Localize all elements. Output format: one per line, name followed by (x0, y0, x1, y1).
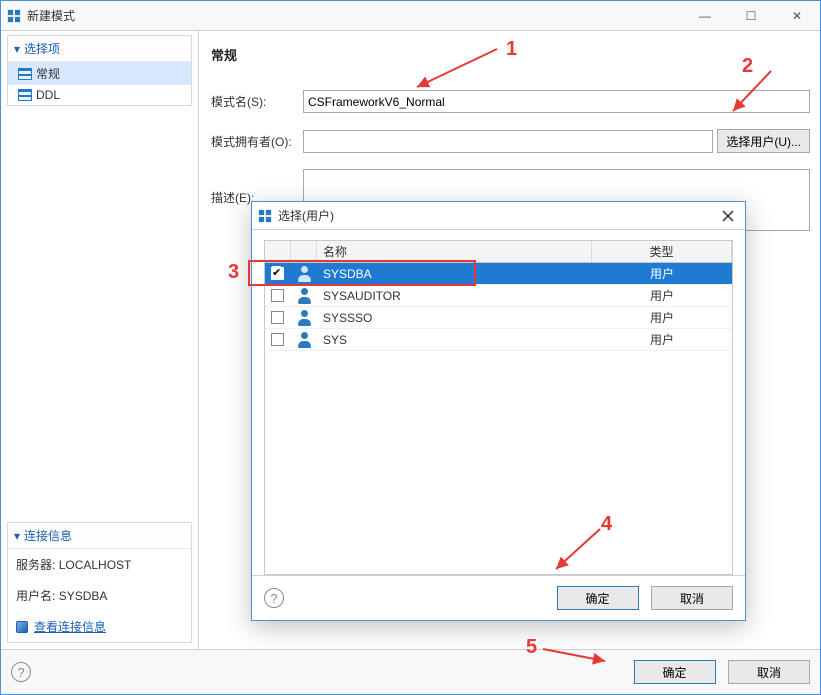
maximize-icon: ☐ (746, 9, 757, 23)
close-button[interactable]: ✕ (774, 1, 820, 31)
main-window: 新建模式 — ☐ ✕ ▾ 选择项 常规 DDL ▾ 连接信息 (0, 0, 821, 695)
row-type: 用户 (592, 285, 732, 306)
row-type: 用户 (592, 263, 732, 284)
conn-user-row: 用户名: SYSDBA (8, 580, 191, 611)
owner-input[interactable] (303, 130, 713, 153)
user-icon (297, 332, 311, 348)
grid-header: 名称 类型 (265, 241, 732, 263)
row-name: SYSSSO (317, 307, 592, 328)
sidebar-select-header[interactable]: ▾ 选择项 (8, 36, 191, 62)
row-checkbox[interactable] (271, 267, 284, 280)
collapse-icon: ▾ (14, 529, 20, 543)
dialog-help-button[interactable]: ? (264, 588, 284, 608)
sidebar-conn-label: 连接信息 (24, 527, 72, 544)
conn-server-label: 服务器: (16, 558, 55, 572)
grid-row[interactable]: SYSSSO用户 (265, 307, 732, 329)
row-type: 用户 (592, 307, 732, 328)
sidebar-item-1[interactable]: DDL (8, 85, 191, 105)
main-ok-button[interactable]: 确定 (634, 660, 716, 684)
grid-row[interactable]: SYSDBA用户 (265, 263, 732, 285)
sidebar-item-0[interactable]: 常规 (8, 62, 191, 85)
row-checkbox[interactable] (271, 289, 284, 302)
window-buttons: — ☐ ✕ (682, 1, 820, 31)
user-icon (297, 266, 311, 282)
user-icon (297, 310, 311, 326)
user-grid: 名称 类型 SYSDBA用户SYSAUDITOR用户SYSSSO用户SYS用户 (264, 240, 733, 575)
dialog-close-button[interactable] (711, 202, 745, 230)
conn-server-value: LOCALHOST (59, 558, 132, 572)
dialog-cancel-button[interactable]: 取消 (651, 586, 733, 610)
dialog-ok-button[interactable]: 确定 (557, 586, 639, 610)
row-checkbox[interactable] (271, 311, 284, 324)
row-owner: 模式拥有者(O): 选择用户(U)... (211, 129, 810, 153)
pick-user-button[interactable]: 选择用户(U)... (717, 129, 810, 153)
dialog-titlebar: 选择(用户) (252, 202, 745, 230)
sidebar-item-label: DDL (36, 88, 60, 102)
dialog-body: 名称 类型 SYSDBA用户SYSAUDITOR用户SYSSSO用户SYS用户 (252, 230, 745, 575)
dialog-footer: ? 确定 取消 (252, 575, 745, 620)
collapse-icon: ▾ (14, 42, 20, 56)
sidebar-conn-header[interactable]: ▾ 连接信息 (8, 523, 191, 549)
app-icon (7, 9, 21, 23)
conn-server-row: 服务器: LOCALHOST (8, 549, 191, 580)
conn-user-value: SYSDBA (59, 589, 108, 603)
close-icon: ✕ (792, 9, 802, 23)
app-icon (258, 209, 272, 223)
sidebar-select-section: ▾ 选择项 常规 DDL (7, 35, 192, 106)
row-checkbox[interactable] (271, 333, 284, 346)
window-title: 新建模式 (27, 7, 75, 24)
grid-row[interactable]: SYSAUDITOR用户 (265, 285, 732, 307)
sidebar-conn-section: ▾ 连接信息 服务器: LOCALHOST 用户名: SYSDBA 查看连接信息 (7, 522, 192, 643)
col-type-header: 类型 (592, 241, 732, 262)
view-connection-label: 查看连接信息 (34, 618, 106, 635)
maximize-button[interactable]: ☐ (728, 1, 774, 31)
main-section-title: 常规 (211, 39, 810, 74)
schema-name-input[interactable] (303, 90, 810, 113)
owner-label: 模式拥有者(O): (211, 133, 303, 150)
main-cancel-button[interactable]: 取消 (728, 660, 810, 684)
col-name-header: 名称 (317, 241, 592, 262)
dialog-title: 选择(用户) (278, 207, 334, 224)
sidebar-item-label: 常规 (36, 65, 60, 82)
user-picker-dialog: 选择(用户) 名称 类型 SYSDBA用户SYSAUDITOR用户SYSSSO用… (251, 201, 746, 621)
grid-row[interactable]: SYS用户 (265, 329, 732, 351)
row-name: SYSDBA (317, 263, 592, 284)
titlebar: 新建模式 — ☐ ✕ (1, 1, 820, 31)
help-button[interactable]: ? (11, 662, 31, 682)
user-icon (297, 288, 311, 304)
row-name: SYSAUDITOR (317, 285, 592, 306)
conn-user-label: 用户名: (16, 589, 55, 603)
list-icon (18, 89, 32, 101)
minimize-icon: — (699, 9, 711, 23)
sidebar: ▾ 选择项 常规 DDL ▾ 连接信息 服务器: LOCALHOST 用户名: (1, 31, 199, 649)
row-type: 用户 (592, 329, 732, 350)
list-icon (18, 68, 32, 80)
row-schema-name: 模式名(S): (211, 90, 810, 113)
minimize-button[interactable]: — (682, 1, 728, 31)
main-footer: ? 确定 取消 (1, 649, 820, 694)
close-icon (722, 210, 734, 222)
row-name: SYS (317, 329, 592, 350)
sidebar-select-label: 选择项 (24, 40, 60, 57)
view-connection-link[interactable]: 查看连接信息 (8, 611, 191, 642)
link-icon (16, 621, 28, 633)
schema-name-label: 模式名(S): (211, 93, 303, 110)
